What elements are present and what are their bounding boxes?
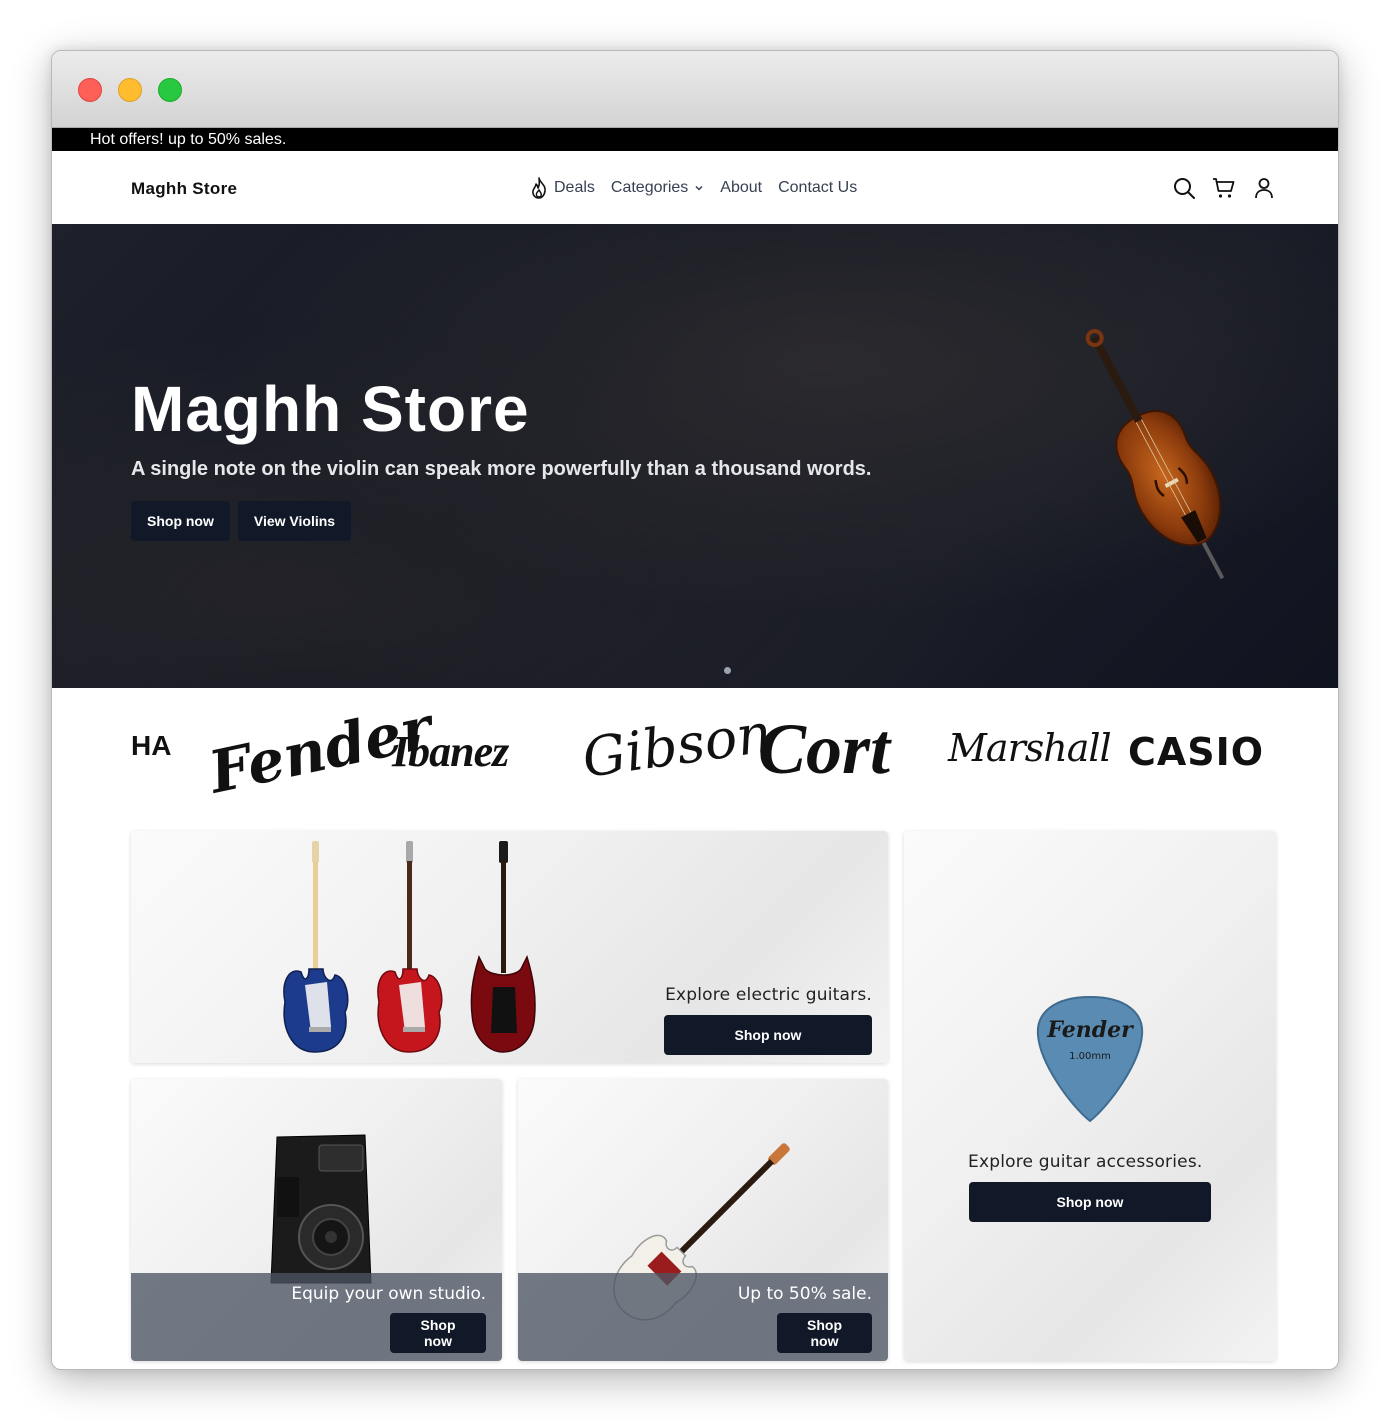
guitar-accessories-text: Explore guitar accessories. (968, 1152, 1203, 1172)
brand-logo-ibanez[interactable]: Ibanez (392, 726, 509, 777)
nav-link-categories[interactable]: Categories (611, 179, 704, 197)
sale-card[interactable]: Up to 50% sale. Shop now (518, 1079, 888, 1361)
electric-guitars-text: Explore electric guitars. (665, 985, 872, 1005)
sale-overlay: Up to 50% sale. Shop now (518, 1273, 888, 1361)
electric-guitars-shop-button[interactable]: Shop now (664, 1015, 872, 1055)
brand-logo[interactable]: Maghh Store (131, 179, 237, 199)
sale-text: Up to 50% sale. (737, 1284, 872, 1304)
promo-text: Hot offers! up to 50% sales. (90, 131, 287, 148)
brand-logo-cort[interactable]: Cort (758, 708, 890, 791)
carousel-dot[interactable] (724, 667, 731, 674)
nav-link-deals[interactable]: Deals (530, 177, 595, 199)
nav-link-about[interactable]: About (720, 179, 762, 197)
studio-text: Equip your own studio. (291, 1284, 486, 1304)
guitar-accessories-shop-button[interactable]: Shop now (969, 1182, 1211, 1222)
fire-icon (532, 177, 546, 199)
nav-link-label: Categories (610, 179, 689, 196)
promo-bar: Hot offers! up to 50% sales. (52, 128, 1338, 151)
guitar-accessories-card[interactable]: Fender 1.00mm Explore guitar accessories… (904, 831, 1276, 1361)
guitar-pick-image: Fender 1.00mm (1036, 995, 1144, 1123)
brand-logo-yamaha[interactable]: HA (131, 730, 171, 762)
nav-link-label: About (720, 179, 763, 196)
navbar: Maghh Store Deals Categories About Conta… (52, 151, 1338, 224)
electric-guitars-card[interactable]: Explore electric guitars. Shop now (131, 831, 888, 1063)
pick-brand-text: Fender (1046, 1017, 1134, 1043)
hero-buttons: Shop now View Violins (131, 501, 871, 541)
nav-link-label: Contact Us (778, 179, 858, 196)
user-icon[interactable] (1252, 176, 1276, 200)
search-icon[interactable] (1172, 176, 1196, 200)
brand-logo-casio[interactable]: CASIO (1128, 730, 1264, 774)
hero-banner: Maghh Store A single note on the violin … (52, 224, 1338, 688)
hero-content: Maghh Store A single note on the violin … (131, 372, 871, 541)
violin-image (1085, 329, 1225, 580)
brand-strip: HA Fender Ibanez Gibson Cort Marshall CA… (52, 688, 1338, 828)
nav-link-label: Deals (554, 179, 595, 196)
cart-icon[interactable] (1212, 176, 1236, 200)
speaker-image (270, 1134, 372, 1284)
studio-shop-button[interactable]: Shop now (390, 1313, 486, 1353)
close-window-button[interactable] (78, 78, 102, 102)
window-titlebar (52, 51, 1338, 128)
studio-overlay: Equip your own studio. Shop now (131, 1273, 502, 1361)
brand-logo-gibson[interactable]: Gibson (579, 701, 776, 790)
sale-shop-button[interactable]: Shop now (777, 1313, 872, 1353)
electric-guitars-image (283, 841, 536, 1053)
studio-card[interactable]: Equip your own studio. Shop now (131, 1079, 502, 1361)
nav-icons (1172, 176, 1276, 200)
browser-window: Hot offers! up to 50% sales. Maghh Store… (51, 50, 1339, 1370)
brand-logo-marshall[interactable]: Marshall (948, 726, 1112, 770)
nav-links: Deals Categories About Contact Us (530, 177, 857, 199)
hero-title: Maghh Store (131, 373, 530, 445)
minimize-window-button[interactable] (118, 78, 142, 102)
view-violins-button[interactable]: View Violins (237, 501, 352, 541)
maximize-window-button[interactable] (158, 78, 182, 102)
pick-size-text: 1.00mm (1069, 1051, 1111, 1062)
chevron-down-icon (695, 185, 703, 191)
hero-subtitle: A single note on the violin can speak mo… (131, 458, 872, 480)
nav-link-contact[interactable]: Contact Us (778, 179, 857, 197)
hero-shop-now-button[interactable]: Shop now (131, 501, 230, 541)
